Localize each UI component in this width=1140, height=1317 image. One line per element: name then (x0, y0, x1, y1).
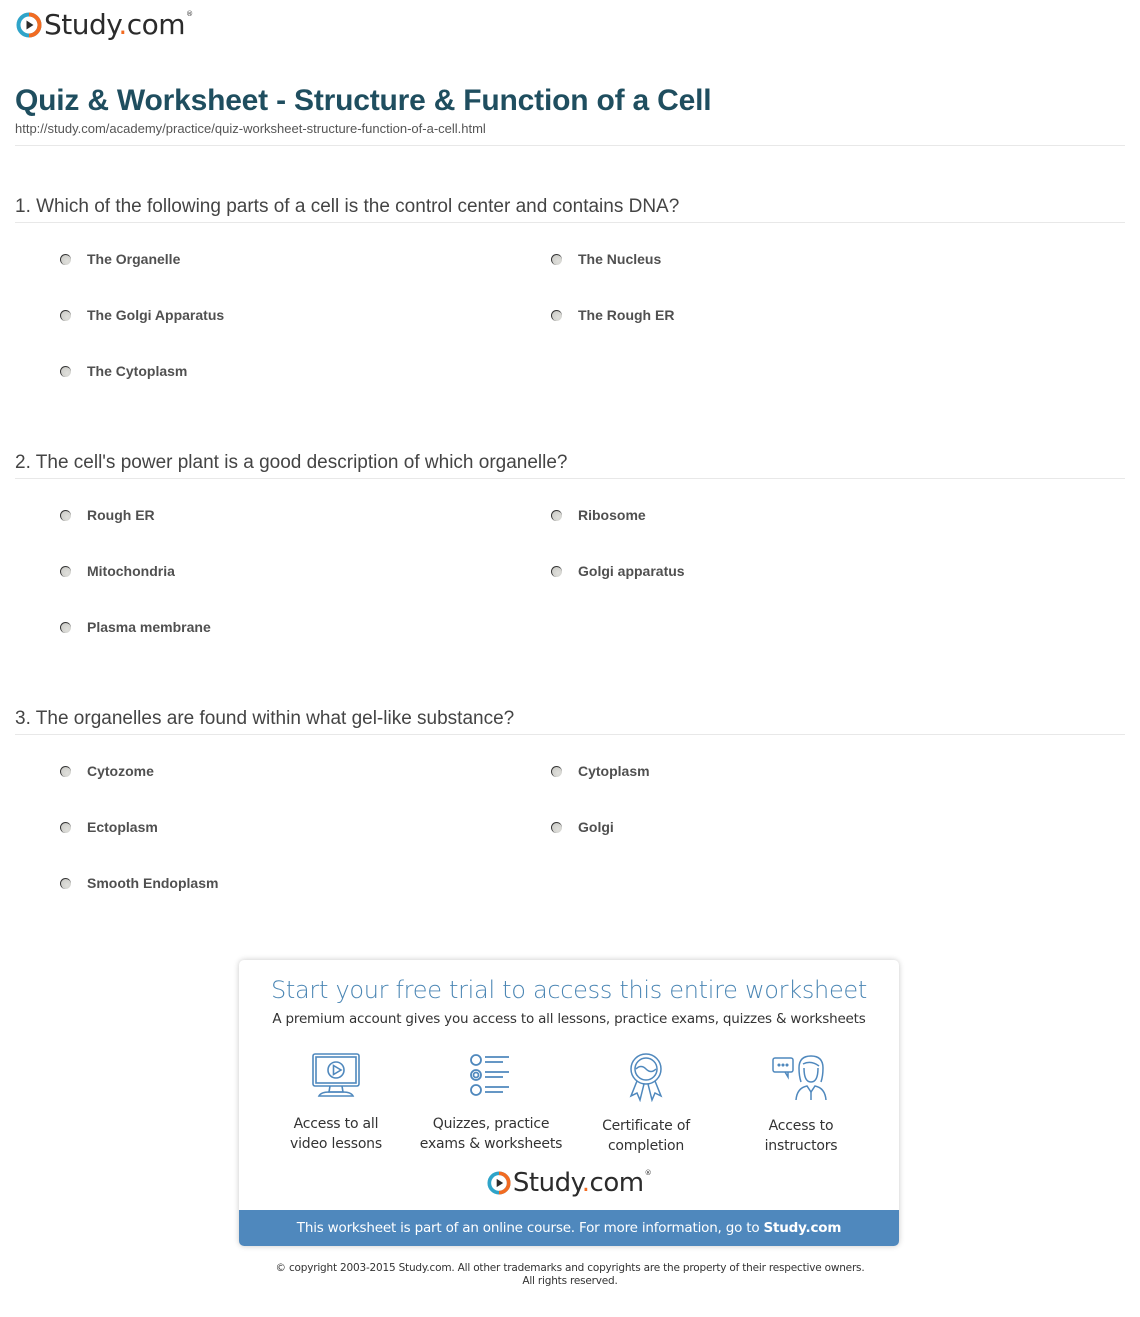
answer-label: The Cytoplasm (87, 363, 188, 379)
answer-option[interactable]: The Rough ER (551, 307, 674, 323)
promo-study-logo[interactable]: Study.com® (239, 1170, 899, 1196)
answer-label: Golgi (578, 819, 614, 835)
feature-instructors: Access to instructors (726, 1052, 876, 1156)
promo-bar-text: This worksheet is part of an online cour… (296, 1220, 764, 1236)
feature-label-line1: Certificate of (602, 1118, 690, 1134)
radio-button[interactable] (60, 765, 71, 777)
answer-option[interactable]: Rough ER (60, 507, 155, 523)
answer-label: The Golgi Apparatus (87, 307, 225, 323)
logo-wordmark: Study.com® (44, 8, 193, 41)
question-text: 3. The organelles are found within what … (15, 708, 515, 729)
answer-option[interactable]: The Golgi Apparatus (60, 307, 224, 323)
quiz-list-icon (470, 1054, 509, 1096)
question-divider (15, 734, 1125, 735)
play-circle-icon (487, 1171, 511, 1195)
instructor-chat-icon (772, 1055, 827, 1101)
radio-button[interactable] (60, 365, 71, 377)
question-2: 2. The cell's power plant is a good desc… (15, 452, 1125, 479)
answer-option[interactable]: The Nucleus (551, 251, 661, 267)
radio-button[interactable] (60, 253, 71, 265)
answer-label: The Nucleus (578, 251, 662, 267)
free-trial-promo: Start your free trial to access this ent… (239, 960, 899, 1246)
radio-button[interactable] (551, 509, 562, 521)
feature-label-line2: exams & worksheets (419, 1136, 563, 1152)
promo-title[interactable]: Start your free trial to access this ent… (239, 976, 899, 1004)
radio-button[interactable] (60, 877, 71, 889)
promo-subtitle: A premium account gives you access to al… (272, 1011, 866, 1027)
radio-button[interactable] (60, 621, 71, 633)
study-logo[interactable]: Study.com® (16, 8, 193, 42)
answer-option[interactable]: Golgi apparatus (551, 563, 685, 579)
radio-button[interactable] (60, 565, 71, 577)
question-divider (15, 478, 1125, 479)
page-title: Quiz & Worksheet - Structure & Function … (15, 84, 712, 117)
answer-label: Ribosome (578, 507, 646, 523)
answer-label: The Organelle (87, 251, 181, 267)
radio-button[interactable] (551, 309, 562, 321)
question-divider (15, 222, 1125, 223)
answer-option[interactable]: Ectoplasm (60, 819, 158, 835)
answer-option[interactable]: Mitochondria (60, 563, 175, 579)
page-url[interactable]: http://study.com/academy/practice/quiz-w… (15, 121, 486, 136)
promo-info-bar: This worksheet is part of an online cour… (239, 1210, 899, 1246)
answer-option[interactable]: Cytoplasm (551, 763, 650, 779)
question-3: 3. The organelles are found within what … (15, 708, 1125, 735)
radio-button[interactable] (551, 253, 562, 265)
radio-button[interactable] (551, 565, 562, 577)
radio-button[interactable] (60, 309, 71, 321)
header-divider (15, 145, 1125, 146)
question-1: 1. Which of the following parts of a cel… (15, 196, 1125, 223)
video-monitor-icon (312, 1053, 360, 1097)
copyright: © copyright 2003-2015 Study.com. All oth… (0, 1262, 1140, 1288)
logo-wordmark: Study.com® (512, 1168, 652, 1198)
answer-option[interactable]: Golgi (551, 819, 614, 835)
answer-label: Mitochondria (87, 563, 175, 579)
answer-option[interactable]: Smooth Endoplasm (60, 875, 218, 891)
answer-label: Golgi apparatus (578, 563, 685, 579)
radio-button[interactable] (60, 509, 71, 521)
feature-quizzes: Quizzes, practice exams & worksheets (416, 1052, 566, 1154)
question-text: 2. The cell's power plant is a good desc… (15, 452, 568, 473)
feature-video-lessons: Access to all video lessons (261, 1052, 411, 1154)
answer-label: Ectoplasm (87, 819, 158, 835)
radio-button[interactable] (551, 765, 562, 777)
feature-label-line1: Access to all (293, 1116, 379, 1132)
answer-label: Cytoplasm (578, 763, 650, 779)
answer-option[interactable]: The Organelle (60, 251, 180, 267)
radio-button[interactable] (551, 821, 562, 833)
feature-label-line2: completion (607, 1138, 685, 1154)
answer-label: Plasma membrane (87, 619, 211, 635)
question-text: 1. Which of the following parts of a cel… (15, 196, 680, 217)
play-circle-icon (16, 12, 42, 38)
radio-button[interactable] (60, 821, 71, 833)
copyright-line2: All rights reserved. (522, 1275, 618, 1287)
feature-label-line2: instructors (764, 1138, 838, 1154)
feature-label-line2: video lessons (290, 1136, 382, 1152)
feature-certificate: Certificate of completion (571, 1052, 721, 1156)
answer-option[interactable]: Plasma membrane (60, 619, 211, 635)
answer-label: Cytozome (87, 763, 154, 779)
feature-label-line1: Access to (768, 1118, 834, 1134)
study-link[interactable]: Study.com (764, 1220, 842, 1236)
answer-label: Rough ER (87, 507, 155, 523)
answer-option[interactable]: Ribosome (551, 507, 646, 523)
answer-option[interactable]: Cytozome (60, 763, 154, 779)
feature-label-line1: Quizzes, practice (432, 1116, 550, 1132)
answer-label: The Rough ER (578, 307, 675, 323)
answer-label: Smooth Endoplasm (87, 875, 219, 891)
copyright-line1: © copyright 2003-2015 Study.com. All oth… (275, 1262, 865, 1274)
answer-option[interactable]: The Cytoplasm (60, 363, 187, 379)
certificate-ribbon-icon (629, 1053, 663, 1102)
